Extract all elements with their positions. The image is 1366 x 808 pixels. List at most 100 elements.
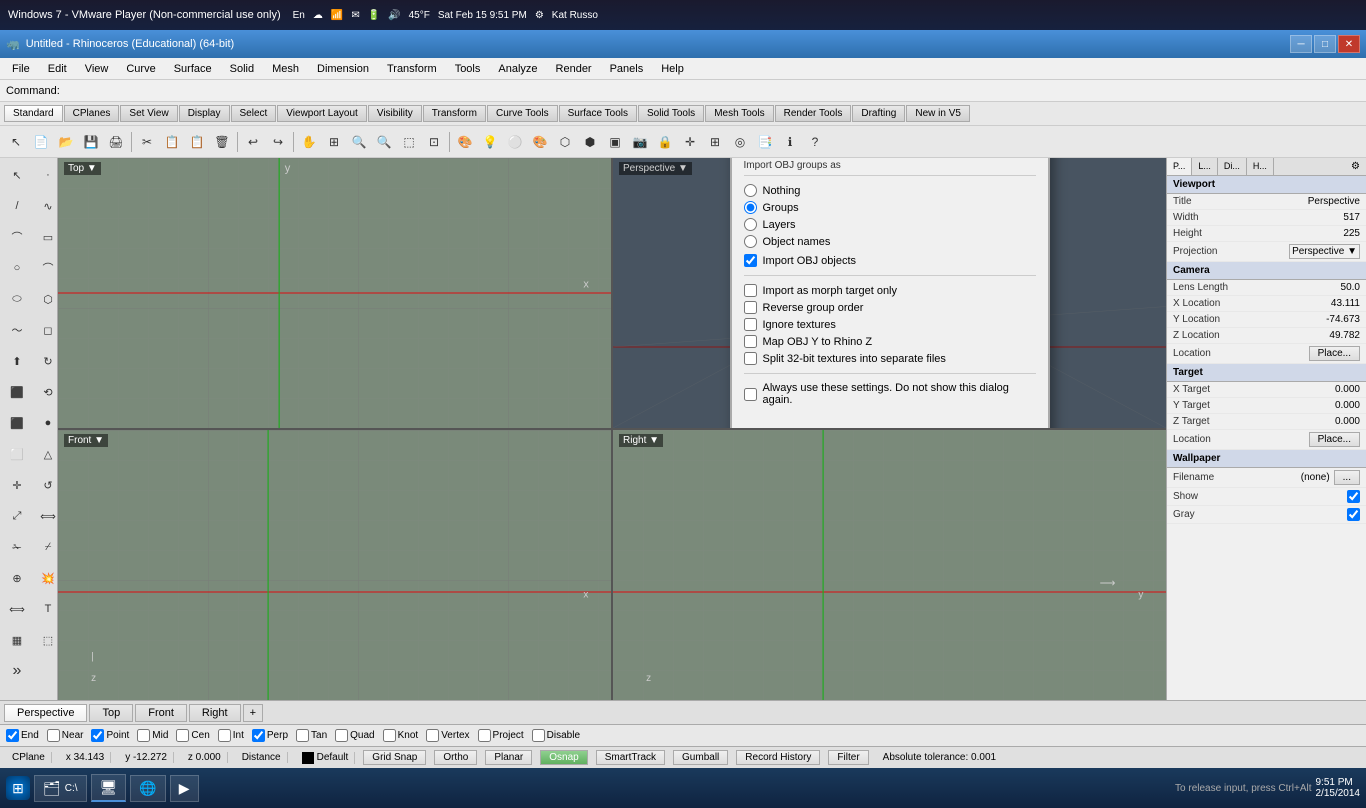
command-input[interactable] (66, 85, 1360, 97)
osnap-end-checkbox[interactable] (6, 729, 19, 742)
copy-icon[interactable]: 📋 (160, 130, 184, 154)
menu-render[interactable]: Render (548, 61, 600, 77)
zoom-in-icon[interactable]: 🔍 (347, 130, 371, 154)
undo-icon[interactable]: ↩ (241, 130, 265, 154)
menu-panels[interactable]: Panels (602, 61, 652, 77)
trim-tool[interactable]: ✁ (3, 533, 31, 561)
toolbar-tab-display[interactable]: Display (179, 105, 230, 122)
viewport-front[interactable]: Front ▼ z (58, 430, 611, 700)
radio-layers[interactable]: Layers (744, 218, 1036, 231)
freeform-tool[interactable]: 〜 (3, 316, 31, 344)
checkbox-reverse-group[interactable]: Reverse group order (744, 301, 1036, 314)
add-viewport-button[interactable]: + (243, 704, 263, 722)
color-icon[interactable]: 🎨 (528, 130, 552, 154)
always-use-checkbox[interactable] (744, 388, 757, 401)
explode-tool[interactable]: 💥 (34, 564, 58, 592)
toolbar-tab-solid-tools[interactable]: Solid Tools (638, 105, 704, 122)
osnap-disable-checkbox[interactable] (532, 729, 545, 742)
menu-file[interactable]: File (4, 61, 38, 77)
wireframe-icon[interactable]: ⬡ (553, 130, 577, 154)
menu-solid[interactable]: Solid (222, 61, 262, 77)
mirror-tool[interactable]: ⟺ (34, 502, 58, 530)
line-tool[interactable]: / (3, 192, 31, 220)
window-controls[interactable]: ─ □ ✕ (1290, 35, 1360, 53)
osnap-vertex[interactable]: Vertex (426, 729, 469, 742)
viewport-front-label[interactable]: Front ▼ (64, 434, 108, 447)
grid-icon[interactable]: ⊞ (703, 130, 727, 154)
zoom-selected-icon[interactable]: ⊡ (422, 130, 446, 154)
pan-icon[interactable]: ✋ (297, 130, 321, 154)
toolbar-tab-visibility[interactable]: Visibility (368, 105, 422, 122)
toolbar-tab-curve-tools[interactable]: Curve Tools (487, 105, 558, 122)
split-tool[interactable]: ⌿ (34, 533, 58, 561)
viewport-top-label[interactable]: Top ▼ (64, 162, 101, 175)
menu-view[interactable]: View (77, 61, 117, 77)
print-icon[interactable]: 🖨 (104, 130, 128, 154)
delete-icon[interactable]: 🗑 (210, 130, 234, 154)
zoom-window-icon[interactable]: ⬚ (397, 130, 421, 154)
more-tools[interactable]: » (3, 657, 31, 685)
wallpaper-gray-checkbox[interactable] (1347, 508, 1360, 521)
point-tool[interactable]: · (34, 161, 58, 189)
object-properties-icon[interactable]: ℹ (778, 130, 802, 154)
windows-logo[interactable]: ⊞ (6, 776, 30, 800)
loft-tool[interactable]: ⬛ (3, 378, 31, 406)
box-tool[interactable]: ⬛ (3, 409, 31, 437)
maximize-button[interactable]: □ (1314, 35, 1336, 53)
camera-place-button[interactable]: Place... (1309, 346, 1360, 361)
checkbox-always-use[interactable]: Always use these settings. Do not show t… (744, 382, 1036, 406)
radio-groups[interactable]: Groups (744, 201, 1036, 214)
menu-mesh[interactable]: Mesh (264, 61, 307, 77)
map-obj-y-checkbox[interactable] (744, 335, 757, 348)
menu-curve[interactable]: Curve (118, 61, 163, 77)
text-tool[interactable]: T (34, 595, 58, 623)
toolbar-tab-surface-tools[interactable]: Surface Tools (559, 105, 637, 122)
circle-tool[interactable]: ○ (3, 254, 31, 282)
toolbar-tab-viewport-layout[interactable]: Viewport Layout (277, 105, 367, 122)
osnap-project-checkbox[interactable] (478, 729, 491, 742)
menu-surface[interactable]: Surface (166, 61, 220, 77)
zoom-out-icon[interactable]: 🔍 (372, 130, 396, 154)
ellipse-tool[interactable]: ⬭ (3, 285, 31, 313)
wallpaper-browse-button[interactable]: ... (1334, 470, 1360, 485)
cut-icon[interactable]: ✂ (135, 130, 159, 154)
rendered-icon[interactable]: ▣ (603, 130, 627, 154)
osnap-icon[interactable]: ◎ (728, 130, 752, 154)
material-icon[interactable]: ⚪ (503, 130, 527, 154)
osnap-toggle-button[interactable]: Osnap (540, 750, 587, 765)
osnap-knot[interactable]: Knot (383, 729, 419, 742)
shaded-icon[interactable]: ⬢ (578, 130, 602, 154)
viewport-top[interactable]: Top ▼ (58, 158, 611, 428)
osnap-near-checkbox[interactable] (47, 729, 60, 742)
target-place-button[interactable]: Place... (1309, 432, 1360, 447)
osnap-cen[interactable]: Cen (176, 729, 209, 742)
arrow-tool-icon[interactable]: ↖ (4, 130, 28, 154)
osnap-quad[interactable]: Quad (335, 729, 374, 742)
checkbox-import-obj[interactable]: Import OBJ objects (744, 254, 1036, 267)
toolbar-tab-select[interactable]: Select (231, 105, 277, 122)
radio-nothing[interactable]: Nothing (744, 184, 1036, 197)
toolbar-tab-transform[interactable]: Transform (423, 105, 486, 122)
viewport-right-label[interactable]: Right ▼ (619, 434, 663, 447)
osnap-mid[interactable]: Mid (137, 729, 168, 742)
osnap-near[interactable]: Near (47, 729, 84, 742)
camera-icon[interactable]: 📷 (628, 130, 652, 154)
toolbar-tab-mesh-tools[interactable]: Mesh Tools (705, 105, 773, 122)
open-icon[interactable]: 📂 (54, 130, 78, 154)
rectangle-tool[interactable]: ▭ (34, 223, 58, 251)
menu-edit[interactable]: Edit (40, 61, 75, 77)
zoom-extents-icon[interactable]: ⊞ (322, 130, 346, 154)
hatch-tool[interactable]: ▦ (3, 626, 31, 654)
osnap-mid-checkbox[interactable] (137, 729, 150, 742)
bottom-tab-top[interactable]: Top (89, 704, 133, 722)
ignore-textures-checkbox[interactable] (744, 318, 757, 331)
osnap-perp-checkbox[interactable] (252, 729, 265, 742)
toolbar-tab-standard[interactable]: Standard (4, 105, 63, 122)
radio-object-names-input[interactable] (744, 235, 757, 248)
join-tool[interactable]: ⊕ (3, 564, 31, 592)
extrude-tool[interactable]: ⬆ (3, 347, 31, 375)
osnap-quad-checkbox[interactable] (335, 729, 348, 742)
rotate-tool[interactable]: ↺ (34, 471, 58, 499)
panel-tab-display[interactable]: Di... (1218, 158, 1247, 175)
curve-tool[interactable]: ∿ (34, 192, 58, 220)
